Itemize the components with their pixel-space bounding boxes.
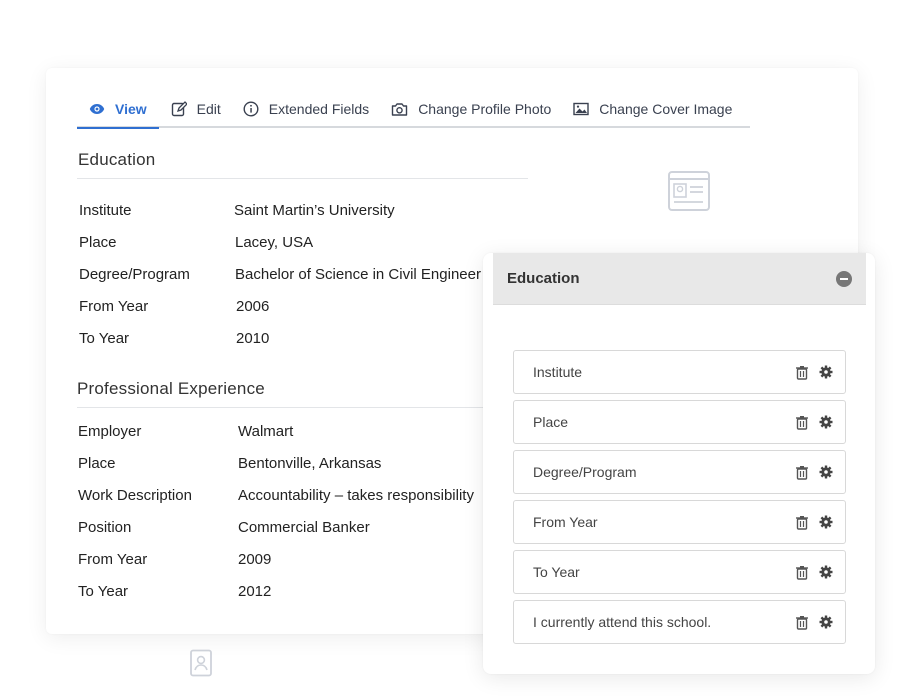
tab-change-cover-image-label: Change Cover Image bbox=[599, 101, 733, 117]
collapse-icon[interactable] bbox=[836, 270, 852, 287]
row-value: Walmart bbox=[238, 423, 294, 440]
row-value: 2006 bbox=[236, 298, 270, 315]
field-label: Degree/Program bbox=[533, 464, 637, 480]
row-value: 2009 bbox=[238, 551, 272, 568]
row-label: Institute bbox=[79, 202, 132, 219]
tab-change-profile-photo[interactable]: Change Profile Photo bbox=[391, 91, 551, 127]
field-item-to-year[interactable]: To Year bbox=[513, 550, 846, 594]
field-label: Place bbox=[533, 414, 569, 430]
field-item-place[interactable]: Place bbox=[513, 400, 846, 444]
gear-icon[interactable] bbox=[819, 565, 833, 579]
row-label: Degree/Program bbox=[79, 266, 190, 283]
contact-book-icon bbox=[190, 649, 212, 677]
gear-icon[interactable] bbox=[819, 465, 833, 479]
field-actions bbox=[795, 615, 833, 630]
tab-change-cover-image[interactable]: Change Cover Image bbox=[573, 91, 732, 127]
row-label: Employer bbox=[78, 423, 142, 440]
field-item-institute[interactable]: Institute bbox=[513, 350, 846, 394]
tab-change-profile-photo-label: Change Profile Photo bbox=[418, 101, 552, 117]
gear-icon[interactable] bbox=[819, 515, 833, 529]
field-label: To Year bbox=[533, 564, 580, 580]
trash-icon[interactable] bbox=[795, 415, 809, 430]
education-title: Education bbox=[78, 150, 156, 169]
gear-icon[interactable] bbox=[819, 615, 833, 629]
education-fields-panel: Education Institute Place Degree/Program… bbox=[483, 253, 875, 674]
row-value: Accountability – takes responsibility bbox=[238, 487, 474, 504]
trash-icon[interactable] bbox=[795, 465, 809, 480]
experience-divider bbox=[77, 407, 497, 408]
row-label: To Year bbox=[78, 583, 129, 600]
field-label: From Year bbox=[533, 514, 598, 530]
row-value: Saint Martin’s University bbox=[234, 202, 395, 219]
panel-header: Education bbox=[493, 253, 866, 305]
experience-title: Professional Experience bbox=[77, 379, 265, 398]
field-actions bbox=[795, 465, 833, 480]
row-label: To Year bbox=[79, 330, 130, 347]
row-value: Bentonville, Arkansas bbox=[238, 455, 382, 472]
panel-title: Education bbox=[507, 270, 580, 287]
tab-edit-label: Edit bbox=[196, 101, 221, 117]
field-label: I currently attend this school. bbox=[533, 614, 712, 630]
row-value: Commercial Banker bbox=[238, 519, 370, 536]
trash-icon[interactable] bbox=[795, 365, 809, 380]
row-value: 2010 bbox=[236, 330, 270, 347]
row-label: Position bbox=[78, 519, 132, 536]
row-label: Work Description bbox=[78, 487, 192, 504]
field-item-currently-attend[interactable]: I currently attend this school. bbox=[513, 600, 846, 644]
field-label: Institute bbox=[533, 364, 583, 380]
row-value: Bachelor of Science in Civil Engineer bbox=[235, 266, 481, 283]
field-actions bbox=[795, 565, 833, 580]
info-icon bbox=[243, 101, 259, 117]
field-item-degree-program[interactable]: Degree/Program bbox=[513, 450, 846, 494]
row-label: From Year bbox=[79, 298, 149, 315]
profile-tabs: View Edit Extended Fields Change Profile… bbox=[77, 91, 750, 129]
row-value: Lacey, USA bbox=[235, 234, 314, 251]
tab-extended-fields-label: Extended Fields bbox=[268, 101, 370, 117]
image-icon bbox=[573, 102, 589, 116]
row-value: 2012 bbox=[238, 583, 272, 600]
tab-edit[interactable]: Edit bbox=[171, 91, 221, 127]
trash-icon[interactable] bbox=[795, 565, 809, 580]
tab-extended-fields[interactable]: Extended Fields bbox=[243, 91, 369, 127]
experience-row-work-description: Work Description Accountability – takes … bbox=[78, 487, 494, 507]
gear-icon[interactable] bbox=[819, 415, 833, 429]
tab-view-label: View bbox=[115, 101, 147, 117]
edit-icon bbox=[171, 101, 187, 117]
row-label: Place bbox=[79, 234, 117, 251]
profile-card-icon bbox=[668, 171, 710, 211]
education-divider bbox=[77, 178, 528, 179]
trash-icon[interactable] bbox=[795, 615, 809, 630]
field-actions bbox=[795, 365, 833, 380]
camera-icon bbox=[391, 102, 408, 116]
field-actions bbox=[795, 515, 833, 530]
gear-icon[interactable] bbox=[819, 365, 833, 379]
field-actions bbox=[795, 415, 833, 430]
tab-view[interactable]: View bbox=[77, 91, 159, 129]
trash-icon[interactable] bbox=[795, 515, 809, 530]
field-item-from-year[interactable]: From Year bbox=[513, 500, 846, 544]
row-label: Place bbox=[78, 455, 116, 472]
row-label: From Year bbox=[78, 551, 148, 568]
eye-icon bbox=[89, 104, 105, 114]
